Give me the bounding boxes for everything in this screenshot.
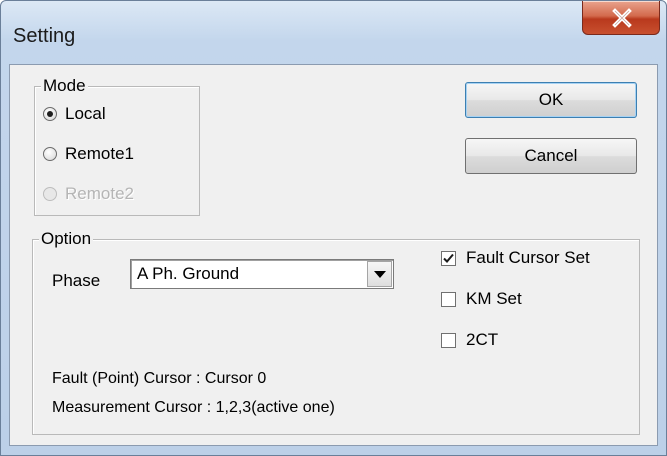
2ct-label: 2CT bbox=[466, 330, 499, 349]
mode-group: Mode Local Remote1 Remote2 bbox=[34, 76, 200, 216]
mode-group-label: Mode bbox=[41, 76, 88, 96]
radio-button-remote2 bbox=[43, 187, 57, 201]
radio-remote2: Remote2 bbox=[43, 183, 134, 205]
km-set-checkbox[interactable] bbox=[441, 291, 456, 307]
phase-select-dropdown-button[interactable] bbox=[367, 261, 392, 287]
radio-button-local[interactable] bbox=[43, 107, 57, 121]
dialog-client-area: Mode Local Remote1 Remote2 OK Cancel Opt… bbox=[9, 64, 658, 446]
chevron-down-icon bbox=[374, 271, 386, 278]
fault-cursor-set-checkbox-row[interactable]: Fault Cursor Set bbox=[441, 247, 590, 269]
ok-button[interactable]: OK bbox=[465, 82, 637, 118]
km-set-label: KM Set bbox=[466, 289, 522, 308]
close-button[interactable] bbox=[582, 1, 660, 35]
2ct-checkbox-row[interactable]: 2CT bbox=[441, 329, 498, 351]
cancel-button[interactable]: Cancel bbox=[465, 138, 637, 174]
close-icon bbox=[612, 8, 632, 28]
phase-select-value: A Ph. Ground bbox=[137, 264, 240, 283]
phase-select[interactable]: A Ph. Ground bbox=[130, 259, 394, 289]
checkmark-icon bbox=[443, 253, 454, 263]
radio-label-remote2: Remote2 bbox=[65, 184, 134, 203]
radio-local[interactable]: Local bbox=[43, 103, 106, 125]
fault-cursor-info: Fault (Point) Cursor : Cursor 0 bbox=[52, 370, 267, 387]
radio-remote1[interactable]: Remote1 bbox=[43, 143, 134, 165]
phase-label: Phase bbox=[52, 271, 101, 290]
measurement-cursor-info: Measurement Cursor : 1,2,3(active one) bbox=[52, 399, 335, 416]
2ct-checkbox[interactable] bbox=[441, 332, 456, 348]
fault-cursor-set-checkbox[interactable] bbox=[441, 250, 456, 266]
setting-dialog: Setting Mode Local Remote1 Remote2 OK Ca… bbox=[0, 0, 667, 456]
window-title: Setting bbox=[13, 25, 76, 47]
radio-button-remote1[interactable] bbox=[43, 147, 57, 161]
radio-label-remote1: Remote1 bbox=[65, 144, 134, 163]
title-bar[interactable]: Setting bbox=[1, 1, 666, 61]
option-group-label: Option bbox=[39, 229, 94, 249]
fault-cursor-set-label: Fault Cursor Set bbox=[466, 248, 590, 267]
km-set-checkbox-row[interactable]: KM Set bbox=[441, 288, 522, 310]
radio-label-local: Local bbox=[65, 104, 106, 123]
